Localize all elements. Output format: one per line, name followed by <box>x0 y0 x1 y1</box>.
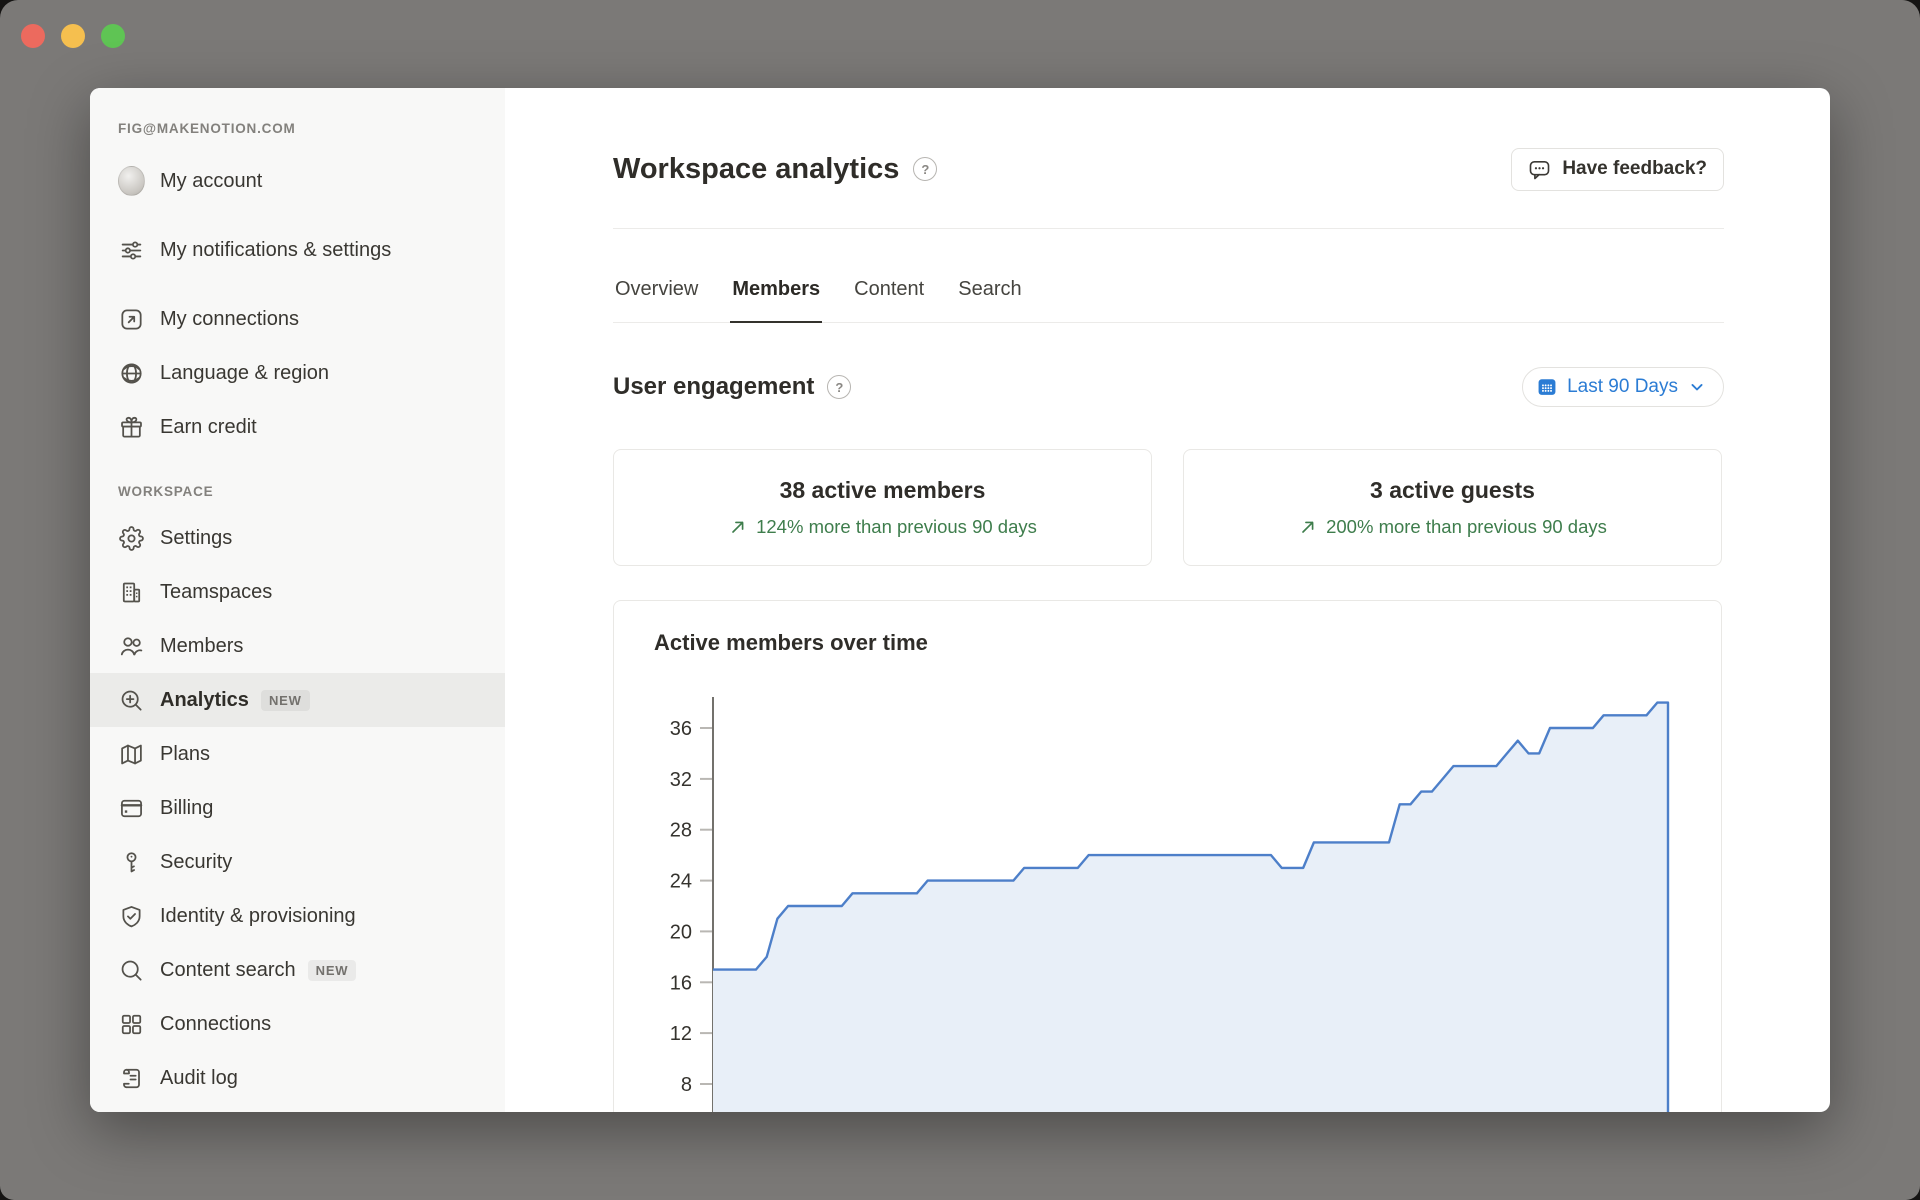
sidebar-item-settings[interactable]: Settings <box>90 511 505 565</box>
building-icon <box>118 579 145 606</box>
svg-text:32: 32 <box>670 769 692 791</box>
stat-value: 3 active guests <box>1370 477 1535 504</box>
svg-text:8: 8 <box>681 1074 692 1096</box>
window-controls <box>21 24 125 48</box>
sidebar-item-my-connections[interactable]: My connections <box>90 292 505 346</box>
active-members-area-chart[interactable]: 36 32 28 24 20 16 12 8 <box>614 689 1723 1112</box>
stat-delta-label: 200% more than previous 90 days <box>1326 516 1607 538</box>
new-badge: NEW <box>308 960 357 981</box>
globe-icon <box>118 360 145 387</box>
sidebar-item-label: Language & region <box>160 358 329 388</box>
sidebar-item-label: Plans <box>160 739 210 769</box>
sidebar-item-content-search[interactable]: Content search NEW <box>90 943 505 997</box>
workspace-section-label: WORKSPACE <box>118 484 477 499</box>
sidebar-item-members[interactable]: Members <box>90 619 505 673</box>
sidebar-item-billing[interactable]: Billing <box>90 781 505 835</box>
arrow-up-right-icon <box>728 517 748 537</box>
date-range-label: Last 90 Days <box>1567 376 1678 398</box>
sidebar-item-label: Settings <box>160 523 232 553</box>
analytics-main-panel: Workspace analytics ? Have feedback? Ove… <box>505 88 1830 1112</box>
svg-text:12: 12 <box>670 1023 692 1045</box>
arrow-up-right-icon <box>1298 517 1318 537</box>
help-icon[interactable]: ? <box>827 375 851 399</box>
new-badge: NEW <box>261 690 310 711</box>
stat-value: 38 active members <box>780 477 986 504</box>
feedback-button-label: Have feedback? <box>1562 158 1707 180</box>
sidebar-item-identity-provisioning[interactable]: Identity & provisioning <box>90 889 505 943</box>
key-icon <box>118 849 145 876</box>
minimize-button[interactable] <box>61 24 85 48</box>
grid-icon <box>118 1011 145 1038</box>
date-range-dropdown[interactable]: Last 90 Days <box>1522 367 1724 407</box>
credit-card-icon <box>118 795 145 822</box>
sidebar-item-label: My notifications & settings <box>160 235 415 265</box>
svg-text:36: 36 <box>670 718 692 740</box>
sidebar-item-earn-credit[interactable]: Earn credit <box>90 400 505 454</box>
stat-delta-label: 124% more than previous 90 days <box>756 516 1037 538</box>
members-icon <box>118 633 145 660</box>
sidebar-item-audit-log[interactable]: Audit log <box>90 1051 505 1105</box>
sliders-icon <box>118 237 145 264</box>
calendar-icon <box>1536 376 1558 398</box>
zoom-button[interactable] <box>101 24 125 48</box>
chart-title: Active members over time <box>654 630 928 656</box>
sidebar-item-label: Analytics <box>160 685 249 715</box>
svg-text:20: 20 <box>670 921 692 943</box>
svg-text:16: 16 <box>670 972 692 994</box>
stat-card-active-members: 38 active members 124% more than previou… <box>613 449 1152 566</box>
sidebar-item-connections[interactable]: Connections <box>90 997 505 1051</box>
active-members-chart-card: Active members over time 36 32 28 24 20 16 12 8 <box>613 600 1722 1112</box>
have-feedback-button[interactable]: Have feedback? <box>1511 148 1724 191</box>
sidebar-item-label: Identity & provisioning <box>160 901 356 931</box>
sidebar-item-label: Members <box>160 631 243 661</box>
sidebar-item-plans[interactable]: Plans <box>90 727 505 781</box>
settings-window: FIG@MAKENOTION.COM My account My notific… <box>90 88 1830 1112</box>
help-icon[interactable]: ? <box>913 157 937 181</box>
scroll-icon <box>118 1065 145 1092</box>
shield-check-icon <box>118 903 145 930</box>
sidebar-item-my-account[interactable]: My account <box>90 154 505 208</box>
external-link-icon <box>118 306 145 333</box>
sidebar-item-label: Audit log <box>160 1063 238 1093</box>
section-title-user-engagement: User engagement <box>613 373 814 401</box>
analytics-tabs: Overview Members Content Search <box>613 229 1724 323</box>
settings-sidebar: FIG@MAKENOTION.COM My account My notific… <box>90 88 505 1112</box>
analytics-icon <box>118 687 145 714</box>
account-email-label: FIG@MAKENOTION.COM <box>118 121 477 136</box>
close-button[interactable] <box>21 24 45 48</box>
stat-card-active-guests: 3 active guests 200% more than previous … <box>1183 449 1722 566</box>
sidebar-item-label: Teamspaces <box>160 577 272 607</box>
sidebar-item-label: Security <box>160 847 232 877</box>
sidebar-item-label: Billing <box>160 793 213 823</box>
svg-text:28: 28 <box>670 820 692 842</box>
tab-search[interactable]: Search <box>956 278 1023 323</box>
chevron-down-icon <box>1687 377 1707 397</box>
sidebar-item-label: Earn credit <box>160 412 257 442</box>
sidebar-item-label: My account <box>160 166 262 196</box>
tab-overview[interactable]: Overview <box>613 278 700 323</box>
map-icon <box>118 741 145 768</box>
avatar <box>118 168 145 195</box>
gear-icon <box>118 525 145 552</box>
sidebar-item-language-region[interactable]: Language & region <box>90 346 505 400</box>
sidebar-item-teamspaces[interactable]: Teamspaces <box>90 565 505 619</box>
gift-icon <box>118 414 145 441</box>
sidebar-item-security[interactable]: Security <box>90 835 505 889</box>
speech-bubble-icon <box>1528 158 1551 181</box>
svg-text:24: 24 <box>670 871 692 893</box>
desktop-background: FIG@MAKENOTION.COM My account My notific… <box>0 0 1920 1200</box>
tab-members[interactable]: Members <box>730 278 822 323</box>
sidebar-item-my-notifications-settings[interactable]: My notifications & settings <box>90 208 505 292</box>
sidebar-item-label: Connections <box>160 1009 271 1039</box>
tab-content[interactable]: Content <box>852 278 926 323</box>
search-icon <box>118 957 145 984</box>
page-title: Workspace analytics <box>613 153 899 186</box>
sidebar-item-label: My connections <box>160 304 299 334</box>
sidebar-item-analytics[interactable]: Analytics NEW <box>90 673 505 727</box>
sidebar-item-label: Content search <box>160 955 296 985</box>
